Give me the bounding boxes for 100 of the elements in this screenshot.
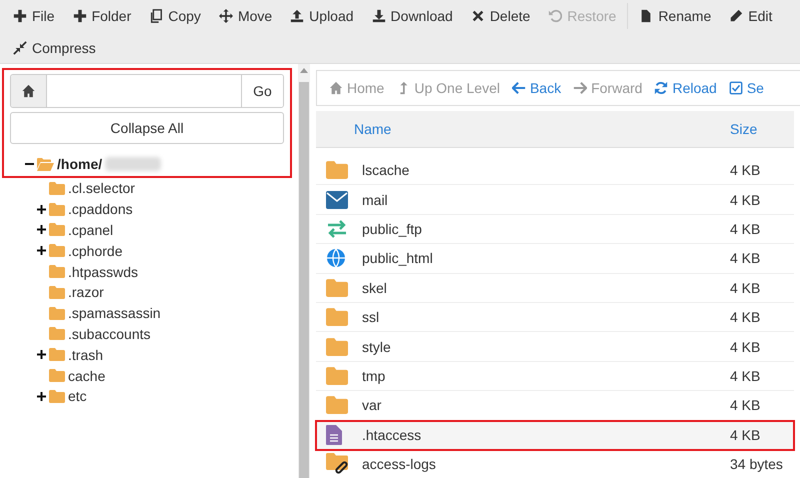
toolbar-button[interactable]: Compress — [4, 32, 105, 64]
file-name: ssl — [361, 309, 380, 326]
tree-item[interactable]: .htpasswds — [68, 264, 138, 280]
undo-icon — [548, 9, 562, 23]
file-name: skel — [361, 280, 388, 296]
toolbar-button[interactable]: Edit — [720, 0, 782, 32]
toolbar-button[interactable]: Download — [362, 0, 462, 32]
tree-item[interactable]: .subaccounts — [68, 326, 150, 342]
file-size: 4 KB — [730, 338, 762, 355]
plus-icon[interactable] — [36, 350, 46, 360]
pencil-icon — [729, 9, 744, 23]
home-button[interactable] — [11, 75, 47, 107]
go-button[interactable]: Go — [241, 75, 283, 107]
tree-item[interactable]: .trash — [68, 346, 104, 363]
folder-icon — [49, 244, 65, 258]
file-row[interactable]: mail 4 KB — [316, 185, 794, 215]
toolbar-button[interactable]: File — [4, 0, 64, 32]
folder-icon — [49, 223, 65, 236]
scrollbar[interactable] — [298, 64, 310, 478]
column-header[interactable]: Name — [316, 121, 730, 137]
transfer-arrows-icon — [326, 220, 348, 238]
toolbar-button[interactable]: Delete — [462, 0, 540, 32]
compress-icon — [13, 41, 27, 55]
folder-link-icon — [326, 453, 350, 476]
plus-icon[interactable] — [36, 204, 46, 214]
file-size: 4 KB — [730, 220, 762, 237]
tree-item[interactable]: /home/ — [57, 156, 102, 172]
reload-icon — [654, 81, 668, 95]
file-row[interactable]: skel 4 KB — [316, 274, 794, 303]
open-folder-icon — [37, 158, 54, 170]
tree-item[interactable]: cache — [68, 368, 106, 384]
nav-button[interactable]: Se — [728, 80, 774, 96]
toolbar-button[interactable]: Folder — [64, 0, 140, 32]
column-header[interactable]: Size — [730, 121, 794, 137]
plus-icon[interactable] — [36, 246, 46, 256]
file-size: 34 bytes — [730, 456, 784, 472]
file-size: 4 KB — [730, 397, 762, 414]
document-icon — [639, 9, 654, 23]
right-arrow-icon — [573, 81, 588, 95]
left-arrow-icon — [512, 81, 526, 95]
tree-item[interactable]: .cphorde — [68, 242, 122, 259]
folder-icon — [49, 202, 65, 216]
file-row[interactable]: public_html 4 KB — [316, 244, 794, 274]
toolbar-button[interactable]: Rename — [630, 0, 720, 32]
toolbar-button[interactable]: Upload — [281, 0, 363, 32]
file-size: 4 KB — [730, 162, 762, 178]
file-row[interactable]: ssl 4 KB — [316, 302, 794, 332]
folder-icon — [49, 182, 65, 195]
file-name: public_html — [361, 250, 434, 266]
tree-item[interactable]: .spamassassin — [68, 305, 161, 322]
folder-icon — [49, 369, 65, 382]
file-row[interactable]: access-logs 34 bytes — [316, 450, 794, 478]
folder-icon — [49, 306, 65, 320]
tree-item[interactable]: .cpanel — [68, 222, 114, 238]
nav-button[interactable]: Back — [512, 80, 572, 96]
document-icon — [326, 424, 342, 445]
file-name: tmp — [361, 368, 386, 384]
file-row[interactable]: lscache 4 KB — [316, 156, 794, 186]
upload-icon — [290, 9, 304, 23]
home-icon — [21, 84, 36, 98]
file-row[interactable]: tmp 4 KB — [316, 362, 794, 392]
toolbar-button[interactable]: Move — [210, 0, 282, 32]
file-name: .htaccess — [361, 426, 422, 443]
file-row[interactable]: style 4 KB — [316, 332, 794, 362]
tree-item[interactable]: etc — [68, 388, 87, 404]
folder-icon — [49, 265, 65, 278]
toolbar-button[interactable]: Copy — [140, 0, 210, 32]
envelope-icon — [326, 190, 348, 209]
file-name: style — [361, 338, 392, 355]
move-icon — [218, 9, 233, 23]
nav-button[interactable]: Reload — [654, 80, 727, 96]
tree-item[interactable]: .razor — [68, 284, 104, 300]
folder-icon — [326, 308, 348, 326]
minus-icon[interactable] — [24, 163, 34, 165]
file-size: 4 KB — [730, 368, 762, 384]
tree-item[interactable]: .cl.selector — [68, 180, 135, 196]
plus-icon[interactable] — [36, 392, 46, 401]
path-field[interactable]: Go — [10, 74, 284, 108]
file-name: public_ftp — [361, 220, 423, 237]
folder-icon — [326, 278, 348, 297]
file-name: var — [361, 397, 382, 414]
folder-icon — [49, 286, 65, 299]
tree-item[interactable]: .cpaddons — [68, 201, 133, 218]
collapse-all-button[interactable]: Collapse All — [10, 112, 284, 144]
copy-icon — [149, 9, 164, 23]
checkbox-icon — [728, 81, 743, 95]
file-name: lscache — [361, 162, 410, 178]
file-size: 4 KB — [730, 309, 762, 326]
folder-icon — [326, 366, 348, 385]
folder-icon — [49, 327, 65, 340]
folder-icon — [49, 390, 65, 403]
file-size: 4 KB — [730, 426, 762, 443]
plus-icon — [13, 9, 27, 23]
file-row[interactable]: public_ftp 4 KB — [316, 214, 794, 244]
plus-icon[interactable] — [36, 225, 46, 234]
download-icon — [372, 9, 386, 23]
file-row[interactable]: .htaccess 4 KB — [316, 420, 794, 450]
close-icon — [470, 9, 485, 23]
file-name: mail — [361, 192, 389, 208]
folder-icon — [49, 348, 65, 362]
